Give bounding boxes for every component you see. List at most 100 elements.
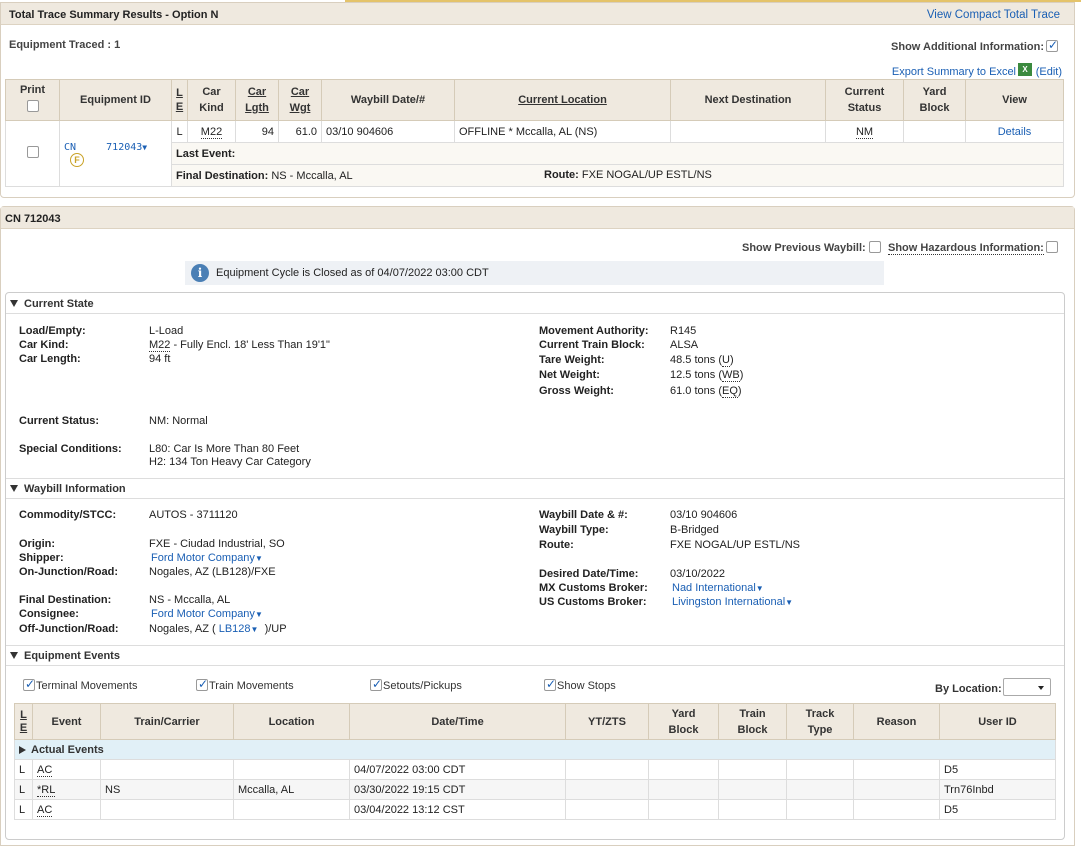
current-status-label: Current Status: [19, 415, 100, 427]
summary-row: CN 712043▼ F L M22 94 61.0 03/10 904606 … [5, 120, 1064, 187]
equipment-events-toggle[interactable]: Equipment Events [10, 650, 120, 662]
row-event[interactable]: AC [32, 759, 101, 780]
show-stops-filter[interactable]: Show Stops [544, 677, 616, 692]
col-train-carrier: Train/Carrier [100, 703, 234, 740]
setouts-pickups-label: Setouts/Pickups [383, 680, 462, 692]
setouts-pickups-checkbox[interactable] [370, 677, 382, 691]
dropdown-icon[interactable]: ▼ [756, 584, 764, 593]
tare-weight-code[interactable]: U [721, 354, 730, 367]
load-empty-value: L-Load [149, 325, 184, 337]
show-prev-waybill-checkbox[interactable] [869, 241, 881, 253]
col-yard-block-2: Block [919, 102, 950, 114]
mx-broker-link[interactable]: Nad International [672, 582, 756, 594]
col-current-location[interactable]: Current Location [454, 79, 671, 121]
dropdown-icon[interactable]: ▼ [785, 598, 793, 607]
row-datetime: 04/07/2022 03:00 CDT [349, 759, 566, 780]
equipment-traced-count: Equipment Traced : 1 [9, 39, 121, 51]
us-broker-link[interactable]: Livingston International [672, 596, 785, 608]
row-le: L [14, 799, 33, 820]
divider [6, 313, 1064, 314]
col-track-type-2: Type [807, 723, 833, 736]
dropdown-icon[interactable]: ▼ [255, 554, 263, 563]
show-stops-checkbox[interactable] [544, 677, 556, 691]
final-destination-cell: Final Destination: NS - Mccalla, AL Rout… [171, 164, 1064, 187]
net-weight-value: 12.5 tons (WB) [670, 369, 743, 382]
col-le-e: E [175, 101, 184, 113]
print-all-checkbox[interactable] [26, 100, 39, 112]
dropdown-icon[interactable]: ▼ [255, 610, 263, 619]
setouts-pickups-filter[interactable]: Setouts/Pickups [370, 677, 462, 692]
row-next-destination [670, 120, 826, 143]
row-event[interactable]: *RL [32, 779, 101, 800]
row-event-code[interactable]: AC [37, 803, 53, 817]
view-compact-link[interactable]: View Compact Total Trace [927, 9, 1060, 21]
row-yard-block [648, 799, 719, 820]
col-car-wgt-1: Car [290, 86, 310, 98]
gross-weight-code[interactable]: EQ [721, 385, 738, 398]
show-additional-checkbox[interactable] [1046, 38, 1058, 52]
terminal-movements-checkbox[interactable] [23, 677, 35, 691]
us-broker-value[interactable]: Livingston International▼ [672, 596, 793, 608]
excel-icon[interactable]: X [1018, 63, 1032, 76]
export-excel-link[interactable]: Export Summary to Excel [892, 66, 1016, 78]
dropdown-icon[interactable]: ▼ [251, 625, 259, 634]
row-yard-block [648, 779, 719, 800]
waybill-toggle[interactable]: Waybill Information [10, 483, 126, 495]
row-event[interactable]: AC [32, 799, 101, 820]
train-movements-filter[interactable]: Train Movements [196, 677, 294, 692]
col-car-kind-2: Kind [199, 102, 224, 114]
special-condition-2: H2: 134 Ton Heavy Car Category [149, 456, 311, 468]
equipment-dropdown-icon[interactable]: ▼ [142, 143, 147, 152]
row-event-code[interactable]: *RL [37, 783, 56, 797]
col-print: Print [5, 79, 60, 121]
by-location-select[interactable] [1003, 678, 1051, 696]
col-date-time: Date/Time [349, 703, 566, 740]
mx-broker-value[interactable]: Nad International▼ [672, 582, 764, 594]
flag-icon[interactable]: F [70, 152, 84, 167]
car-kind-code[interactable]: M22 [149, 339, 171, 352]
equipment-events-heading: Equipment Events [24, 650, 120, 662]
consignee-link[interactable]: Ford Motor Company [151, 608, 255, 620]
row-user: D5 [939, 799, 1056, 820]
row-yt-zts [565, 759, 649, 780]
equipment-number-link[interactable]: 712043 [106, 142, 142, 153]
col-le-e: E [19, 721, 28, 734]
edit-link[interactable]: (Edit) [1036, 66, 1062, 78]
last-event-cell: Last Event: [171, 142, 1064, 165]
row-location: Mccalla, AL [233, 779, 350, 800]
shipper-link[interactable]: Ford Motor Company [151, 552, 255, 564]
waybill-heading: Waybill Information [24, 483, 126, 495]
movement-authority-label: Movement Authority: [539, 325, 649, 337]
row-train [100, 759, 234, 780]
net-weight-code[interactable]: WB [721, 369, 740, 382]
commodity-label: Commodity/STCC: [19, 509, 117, 521]
waybill-type-value: B-Bridged [670, 524, 719, 536]
col-car-wgt[interactable]: Car Wgt [278, 79, 322, 121]
row-reason [853, 779, 940, 800]
equipment-initial-link[interactable]: CN [64, 142, 76, 153]
off-junction-link[interactable]: LB128 [219, 623, 251, 635]
terminal-movements-filter[interactable]: Terminal Movements [23, 677, 137, 692]
show-hazardous-checkbox[interactable] [1046, 241, 1058, 253]
consignee-value[interactable]: Ford Motor Company▼ [151, 608, 263, 620]
row-current-status[interactable]: NM [825, 120, 904, 143]
table-row: L *RL NS Mccalla, AL 03/30/2022 19:15 CD… [14, 779, 1056, 800]
col-car-lgth[interactable]: Car Lgth [235, 79, 279, 121]
actual-events-row[interactable]: Actual Events [14, 739, 1056, 760]
cycle-banner: i Equipment Cycle is Closed as of 04/07/… [185, 261, 884, 285]
last-event-label: Last Event: [176, 147, 236, 160]
actual-events-cell[interactable]: Actual Events [14, 739, 1056, 760]
train-movements-checkbox[interactable] [196, 677, 208, 691]
details-link[interactable]: Details [998, 126, 1032, 138]
waybill-date-label: Waybill Date & #: [539, 509, 628, 521]
waybill-date-value: 03/10 904606 [670, 509, 738, 521]
col-le: L E [171, 79, 188, 121]
collapse-icon [10, 300, 18, 307]
row-event-code[interactable]: AC [37, 763, 53, 777]
current-state-toggle[interactable]: Current State [10, 298, 94, 310]
col-car-kind: Car Kind [187, 79, 236, 121]
desired-date-value: 03/10/2022 [670, 568, 726, 580]
shipper-value[interactable]: Ford Motor Company▼ [151, 552, 263, 564]
row-print-checkbox[interactable] [26, 146, 39, 158]
row-car-kind[interactable]: M22 [187, 120, 236, 143]
